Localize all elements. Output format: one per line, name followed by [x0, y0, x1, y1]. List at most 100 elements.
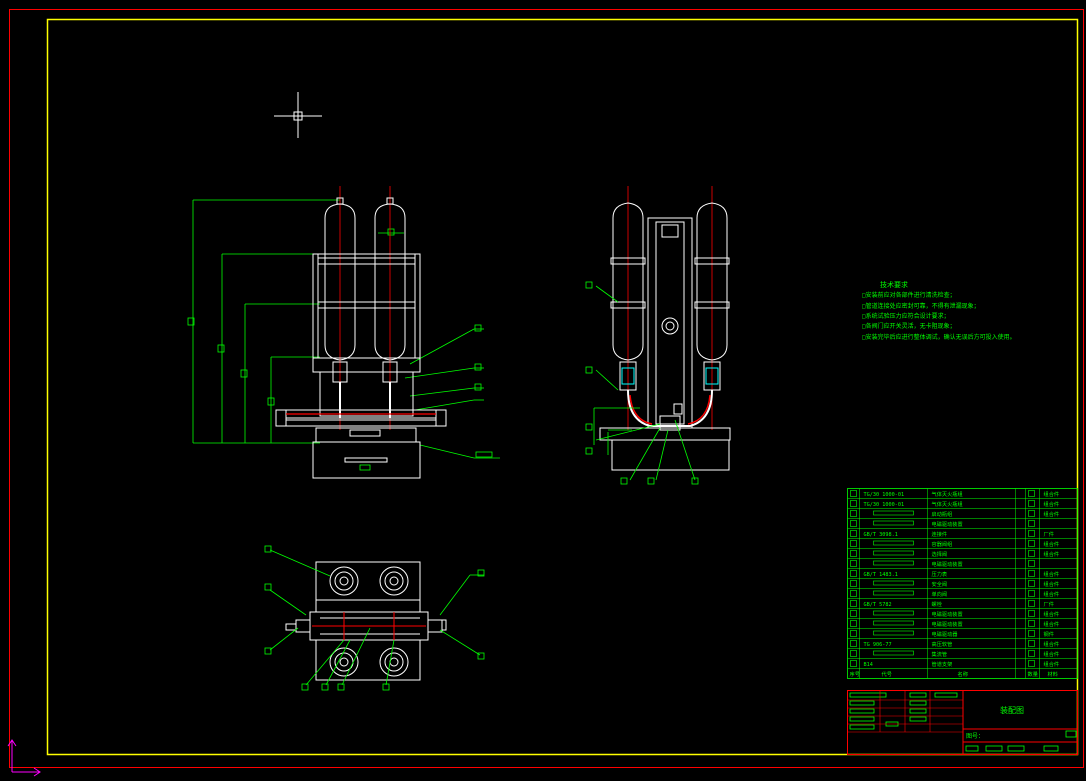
bom-row-number-box — [850, 560, 857, 567]
crosshair-cursor-icon — [274, 92, 322, 138]
drawing-no-label: 图号： — [966, 733, 984, 740]
bom-cell-material: 组合件 — [1044, 640, 1060, 648]
bom-qty-box — [1028, 630, 1035, 637]
bom-header-qty: 数量 — [1028, 670, 1038, 678]
bom-cell-material: 钢件 — [1044, 630, 1054, 638]
bom-cell-name: 电磁驱动装置 — [932, 610, 963, 618]
bom-cell-material: 组合件 — [1044, 500, 1060, 508]
bom-row-number-box — [850, 650, 857, 657]
bom-cell-code: GB/T 1483.1 — [864, 572, 898, 578]
bom-qty-box — [1028, 560, 1035, 567]
note-line-2: □管道连接处应密封可靠，不得有泄漏现象； — [862, 302, 980, 310]
drawing-title: 装配图 — [1000, 705, 1024, 715]
bom-cell-name: 螺栓 — [932, 600, 943, 608]
bom-qty-box — [1028, 580, 1035, 587]
bom-code-placeholder — [873, 610, 914, 616]
bom-cell-material: 组合件 — [1044, 540, 1060, 548]
bom-cell-material: 组合件 — [1044, 570, 1060, 578]
bom-cell-name: 容器阀组 — [932, 540, 953, 548]
bom-cell-name: 管道支架 — [932, 660, 953, 668]
bom-cell-code: TG/30 1000-01 — [864, 502, 905, 508]
ucs-axis-icon — [7, 739, 41, 777]
notes-heading: 技术要求 — [880, 280, 908, 289]
bom-row-number-box — [850, 590, 857, 597]
bom-qty-box — [1028, 490, 1035, 497]
bom-row-number-box — [850, 510, 857, 517]
bom-code-placeholder — [873, 540, 914, 546]
note-line-3: □系统试验压力应符合设计要求； — [862, 312, 950, 320]
bom-cell-material: 组合件 — [1044, 610, 1060, 618]
bom-cell-name: 选择阀 — [932, 550, 948, 558]
bom-qty-box — [1028, 620, 1035, 627]
bom-row-number-box — [850, 610, 857, 617]
note-line-5: □安装完毕后应进行整体调试，确认无误后方可投入使用。 — [862, 333, 1016, 341]
bom-cell-name: 电磁驱动装置 — [932, 620, 963, 628]
bom-cell-material: 组合件 — [1044, 650, 1060, 658]
bom-cell-material: 组合件 — [1044, 510, 1060, 518]
bom-row-number-box — [850, 580, 857, 587]
bom-row-number-box — [850, 630, 857, 637]
note-line-4: □各阀门应开关灵活，无卡阻现象； — [862, 322, 956, 330]
bom-cell-name: 电磁驱动器 — [932, 630, 959, 638]
bom-qty-box — [1028, 650, 1035, 657]
bom-header-material: 材料 — [1048, 670, 1058, 678]
front-view — [187, 186, 500, 479]
outer-frame — [9, 9, 1084, 768]
bom-qty-box — [1028, 590, 1035, 597]
bom-cell-code: TG 906-77 — [864, 642, 892, 648]
top-view — [264, 545, 485, 691]
bom-row-number-box — [850, 570, 857, 577]
bom-cell-name: 单向阀 — [932, 590, 948, 598]
bom-cell-material: 组合件 — [1044, 660, 1060, 668]
bom-cell-name: 压力表 — [932, 570, 948, 578]
bom-cell-material: 厂件 — [1044, 530, 1054, 538]
bom-qty-box — [1028, 500, 1035, 507]
bill-of-materials: TG/30 1000-01 气体灭火瓶组 组合件TG/30 1000-01 气体灭火瓶… — [847, 488, 1078, 679]
side-view — [585, 186, 731, 485]
bom-qty-box — [1028, 660, 1035, 667]
bom-header-code: 代号 — [882, 670, 892, 678]
bom-cell-name: 连接件 — [932, 530, 948, 538]
bom-cell-material: 组合件 — [1044, 590, 1060, 598]
bom-row-number-box — [850, 530, 857, 537]
bom-qty-box — [1028, 510, 1035, 517]
bom-row-number-box — [850, 600, 857, 607]
bom-row-number-box — [850, 620, 857, 627]
bom-code-placeholder — [873, 650, 914, 656]
note-line-1: □安装前应对各部件进行清洗检查； — [862, 291, 956, 299]
bom-cell-name: 电磁驱动装置 — [932, 560, 963, 568]
technical-notes: 技术要求 □安装前应对各部件进行清洗检查； □管道连接处应密封可靠，不得有泄漏现… — [862, 280, 1016, 341]
bom-qty-box — [1028, 550, 1035, 557]
bom-code-placeholder — [873, 630, 914, 636]
bom-cell-material: 组合件 — [1044, 490, 1060, 498]
bom-qty-box — [1028, 520, 1035, 527]
bom-cell-name: 启动瓶组 — [932, 510, 953, 518]
bom-row-number-box — [850, 520, 857, 527]
bom-cell-code: TG/30 1000-01 — [864, 492, 905, 498]
bom-qty-box — [1028, 540, 1035, 547]
bom-cell-material: 厂件 — [1044, 600, 1054, 608]
bom-qty-box — [1028, 610, 1035, 617]
bom-header-no: 序号 — [850, 670, 860, 678]
bom-code-placeholder — [873, 520, 914, 526]
bom-code-placeholder — [873, 590, 914, 596]
bom-cell-name: 安全阀 — [932, 580, 948, 588]
bom-cell-code: GB/T 5782 — [864, 602, 892, 608]
bom-cell-material: 组合件 — [1044, 550, 1060, 558]
bom-row-number-box — [850, 500, 857, 507]
cad-drawing-canvas[interactable]: 技术要求 □安装前应对各部件进行清洗检查； □管道连接处应密封可靠，不得有泄漏现… — [0, 0, 1086, 781]
bom-row-number-box — [850, 490, 857, 497]
bom-row-number-box — [850, 540, 857, 547]
bom-code-placeholder — [873, 510, 914, 516]
bom-cell-name: 高压软管 — [932, 640, 953, 648]
bom-qty-box — [1028, 600, 1035, 607]
bom-code-placeholder — [873, 550, 914, 556]
bom-cell-name: 集流管 — [932, 650, 948, 658]
title-block: 装配图 图号： — [847, 690, 1078, 755]
bom-cell-code: GB/T 3098.1 — [864, 532, 898, 538]
bom-row-number-box — [850, 660, 857, 667]
bom-cell-name: 气体灭火瓶组 — [932, 500, 963, 508]
bom-row-number-box — [850, 550, 857, 557]
bom-code-placeholder — [873, 560, 914, 566]
bom-cell-name: 电磁驱动装置 — [932, 520, 963, 528]
